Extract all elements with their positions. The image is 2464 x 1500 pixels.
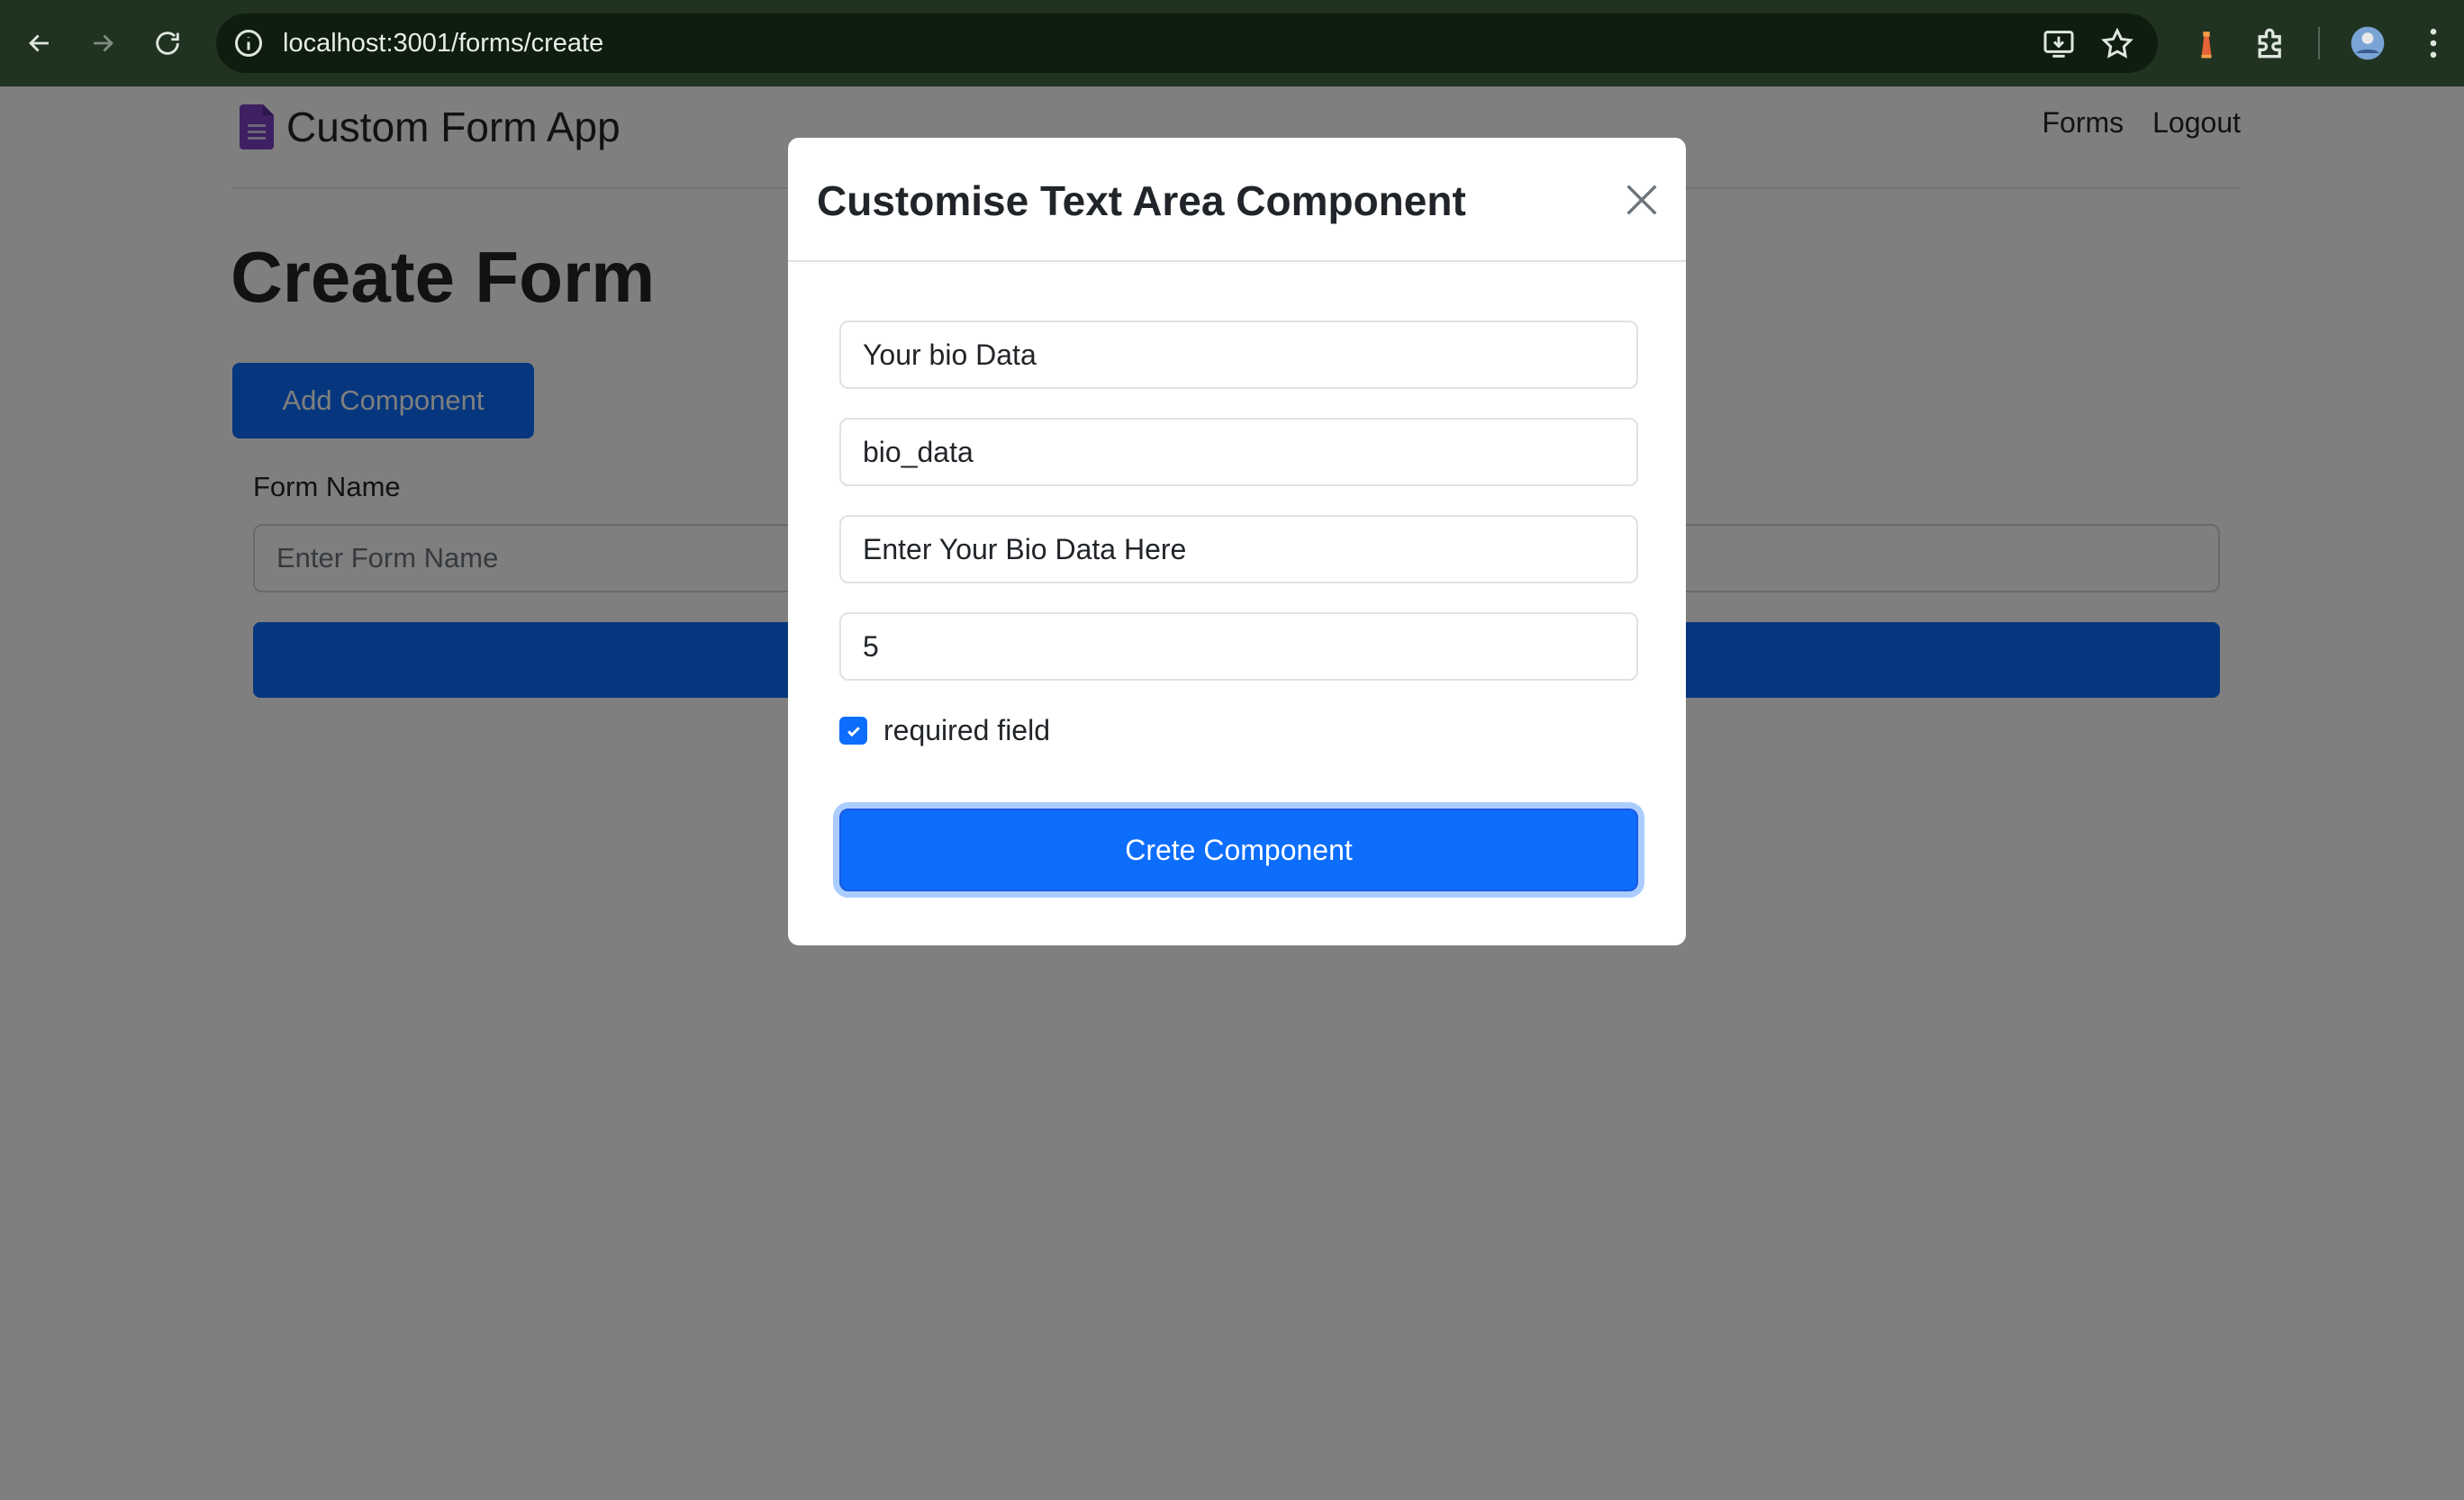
- profile-avatar-icon[interactable]: [2348, 23, 2387, 63]
- modal-header: Customise Text Area Component: [788, 138, 1686, 262]
- name-input[interactable]: [839, 418, 1638, 486]
- browser-toolbar: localhost:3001/forms/create: [0, 0, 2464, 86]
- customise-component-modal: Customise Text Area Component required f…: [788, 138, 1686, 945]
- url-text[interactable]: localhost:3001/forms/create: [283, 26, 603, 60]
- required-label[interactable]: required field: [883, 714, 1050, 747]
- address-bar[interactable]: localhost:3001/forms/create: [216, 14, 2158, 73]
- reload-button[interactable]: [144, 20, 191, 67]
- required-field-row: required field: [839, 714, 1050, 747]
- rows-input[interactable]: [839, 612, 1638, 681]
- arrow-right-icon: [94, 34, 113, 52]
- toolbar-divider: [2318, 27, 2320, 59]
- install-app-icon[interactable]: [2041, 26, 2077, 62]
- extensions-puzzle-icon[interactable]: [2251, 23, 2291, 63]
- label-input[interactable]: [839, 321, 1638, 389]
- forward-button[interactable]: [79, 20, 126, 67]
- bookmark-star-icon[interactable]: [2099, 26, 2135, 62]
- reload-icon: [156, 32, 179, 55]
- create-component-button[interactable]: Crete Component: [839, 809, 1638, 891]
- required-checkbox[interactable]: [839, 717, 867, 745]
- modal-title: Customise Text Area Component: [817, 177, 1466, 224]
- checkmark-icon: [847, 726, 860, 736]
- close-icon[interactable]: [1621, 179, 1662, 221]
- info-icon[interactable]: [232, 27, 265, 59]
- more-menu-icon[interactable]: [2414, 23, 2453, 63]
- arrow-left-icon: [29, 34, 49, 52]
- extension-lighthouse-icon[interactable]: [2187, 23, 2226, 63]
- back-button[interactable]: [16, 20, 63, 67]
- placeholder-input[interactable]: [839, 515, 1638, 583]
